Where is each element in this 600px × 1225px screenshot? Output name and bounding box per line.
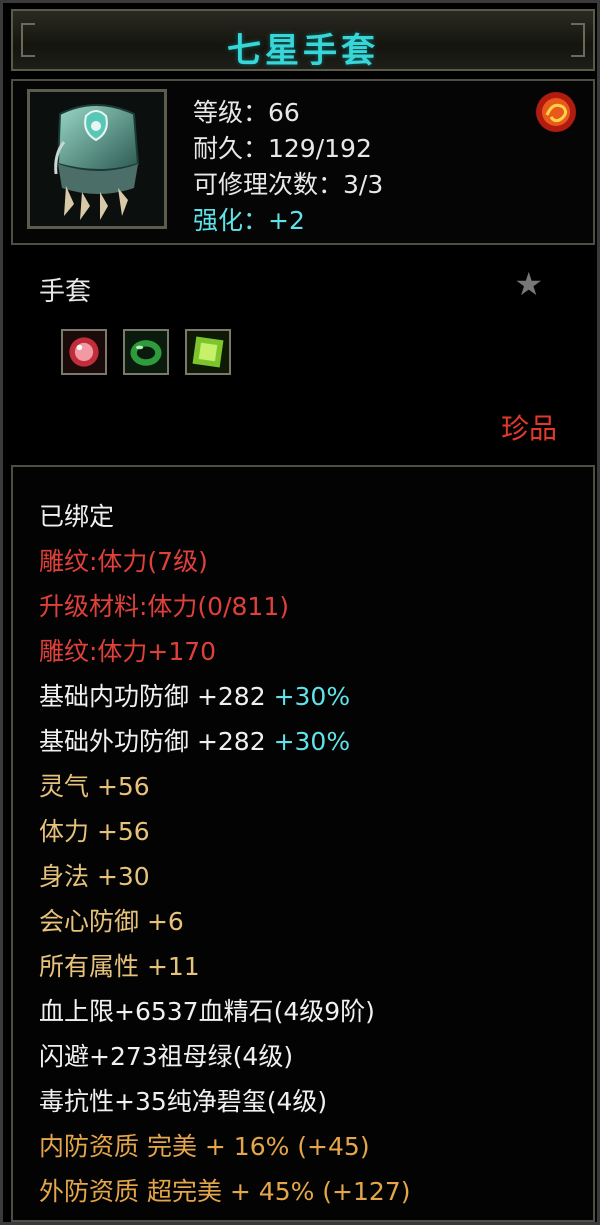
gem-poison-resist: 毒抗性+35纯净碧玺(4级) <box>39 1087 328 1116</box>
inner-defense-percent: +30% <box>273 682 351 711</box>
upgrade-material: 升级材料:体力(0/811) <box>39 592 289 621</box>
item-summary: 手套 ★ 珍品 <box>11 251 595 461</box>
engrave-bonus: 雕纹:体力+170 <box>39 637 217 666</box>
stat-agility: 身法 +30 <box>39 862 150 891</box>
item-type: 手套 <box>39 277 92 307</box>
emerald-gem-icon[interactable] <box>123 329 169 375</box>
item-name: 七星手套 <box>227 31 379 71</box>
item-enhance: 强化：+2 <box>193 206 305 235</box>
gauntlet-icon <box>54 104 140 220</box>
inner-defense-quality: 内防资质 完美 + 16% (+45) <box>39 1132 370 1161</box>
inner-defense-label: 基础内功防御 +282 <box>39 682 266 711</box>
item-level: 等级：66 <box>193 98 300 127</box>
outer-defense-percent: +30% <box>273 727 351 756</box>
gem-dodge-bonus: 闪避+273祖母绿(4级) <box>39 1042 294 1071</box>
stat-all-attributes: 所有属性 +11 <box>39 952 200 981</box>
outer-defense: 基础外功防御 +282 +30% <box>39 722 350 758</box>
tourmaline-gem-icon[interactable] <box>185 329 231 375</box>
item-quality: 珍品 <box>500 412 557 445</box>
title-bar: 七星手套 <box>11 9 595 71</box>
inner-defense: 基础内功防御 +282 +30% <box>39 677 350 713</box>
outer-defense-quality: 外防资质 超完美 + 45% (+127) <box>39 1177 411 1206</box>
gem-hp-bonus: 血上限+6537血精石(4级9阶) <box>39 997 375 1026</box>
item-durability: 耐久：129/192 <box>193 134 372 163</box>
item-icon-frame[interactable] <box>27 89 167 229</box>
stat-crit-defense: 会心防御 +6 <box>39 907 184 936</box>
stat-spirit: 灵气 +56 <box>39 772 150 801</box>
item-tooltip-panel: 七星手套 等级：66 耐久：129/192 可修理次数：3/3 强化：+2 手套… <box>0 0 600 1225</box>
engrave-level: 雕纹:体力(7级) <box>39 547 208 576</box>
item-repair-count: 可修理次数：3/3 <box>193 170 384 199</box>
item-attributes: 已绑定 雕纹:体力(7级) 升级材料:体力(0/811) 雕纹:体力+170 基… <box>11 465 595 1222</box>
dragon-seal-icon <box>536 92 576 132</box>
outer-defense-label: 基础外功防御 +282 <box>39 727 266 756</box>
ruby-gem-icon[interactable] <box>61 329 107 375</box>
item-header: 等级：66 耐久：129/192 可修理次数：3/3 强化：+2 <box>11 79 595 245</box>
bound-status: 已绑定 <box>39 502 115 531</box>
stat-stamina: 体力 +56 <box>39 817 150 846</box>
favorite-star-icon[interactable]: ★ <box>514 265 543 303</box>
